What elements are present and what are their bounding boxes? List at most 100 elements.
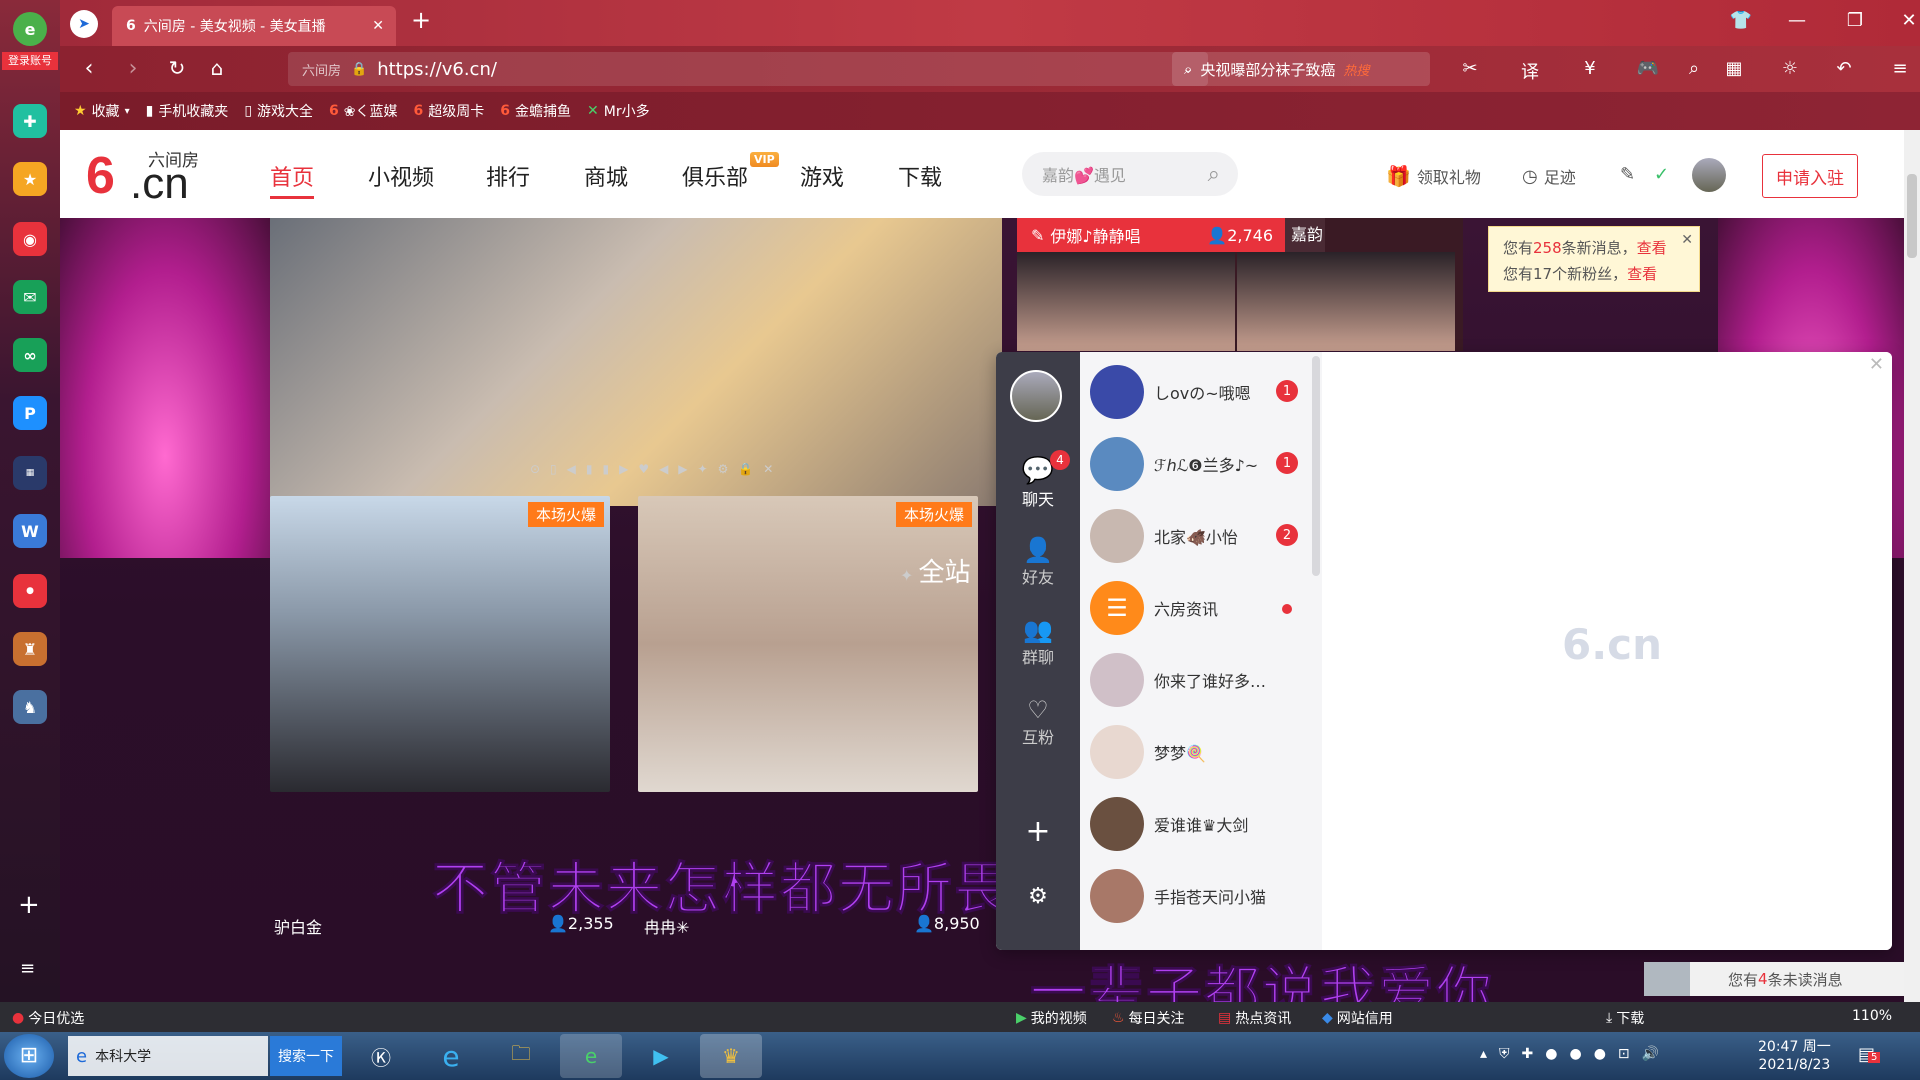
new-tab-button[interactable]: +: [406, 6, 436, 34]
coin-icon[interactable]: ¥: [1576, 58, 1604, 79]
game3-app-icon[interactable]: ♞: [13, 690, 47, 724]
mutual-fans-tab[interactable]: ♡ 互粉: [996, 696, 1080, 748]
check-icon[interactable]: ✓: [1654, 164, 1669, 185]
scissors-icon[interactable]: ✂: [1456, 58, 1484, 79]
undo-icon[interactable]: ↶: [1830, 58, 1858, 79]
maximize-icon[interactable]: ❐: [1840, 10, 1870, 31]
conversation-item[interactable]: 手指苍天问小猫: [1080, 860, 1322, 932]
nav-home[interactable]: 首页: [270, 160, 315, 199]
brightness-icon[interactable]: ☼: [1776, 58, 1804, 79]
video-player[interactable]: ⊙▯◀▮▮▶♥◀▶✦⚙🔒✕: [270, 218, 1002, 506]
forward-icon[interactable]: ›: [118, 56, 148, 81]
red-app-icon[interactable]: ●: [13, 574, 47, 608]
zoom-level[interactable]: 110%: [1852, 1008, 1892, 1024]
close-chat-icon[interactable]: ✕: [1869, 354, 1884, 375]
bookmark-item[interactable]: 6 金蟾捕鱼: [500, 101, 571, 121]
conversation-item[interactable]: 北家🐗小怡 2: [1080, 500, 1322, 572]
nav-mall[interactable]: 商城: [584, 160, 628, 192]
card-name[interactable]: 冉冉✳: [644, 914, 689, 938]
card-name[interactable]: 驴白金: [274, 914, 322, 938]
user-avatar[interactable]: [1692, 158, 1726, 192]
player-controls[interactable]: ⊙▯◀▮▮▶♥◀▶✦⚙🔒✕: [530, 462, 850, 486]
bookmark-item[interactable]: 6 ❀く蓝媒: [329, 101, 397, 121]
bookmark-item[interactable]: 6 超级周卡: [414, 101, 485, 121]
player-app-icon[interactable]: ▶: [630, 1034, 692, 1078]
conversation-item[interactable]: しovの~哦嗯 1: [1080, 356, 1322, 428]
nav-club[interactable]: 俱乐部: [682, 160, 748, 192]
weibo-icon[interactable]: ◉: [13, 222, 47, 256]
menu-icon[interactable]: ≡: [1886, 58, 1914, 79]
footprint-link[interactable]: ◷ 足迹: [1522, 164, 1576, 188]
minimize-icon[interactable]: —: [1782, 10, 1812, 31]
chat-tab[interactable]: 💬 聊天 4: [996, 450, 1080, 510]
bookmark-item[interactable]: ▮ 手机收藏夹: [146, 101, 229, 121]
download-link[interactable]: ⤓ 下载: [1606, 1008, 1644, 1028]
daily-follow-link[interactable]: ♨ 每日关注: [1112, 1008, 1185, 1028]
nav-short-video[interactable]: 小视频: [368, 160, 434, 192]
word-doc-icon[interactable]: W: [13, 514, 47, 548]
view-fans-link[interactable]: 查看: [1627, 265, 1657, 283]
translate-icon[interactable]: 译: [1516, 58, 1544, 84]
conversation-item[interactable]: 爱谁谁♛大剑: [1080, 788, 1322, 860]
friends-tab[interactable]: 👤 好友: [996, 536, 1080, 588]
list-scrollbar[interactable]: [1312, 356, 1320, 576]
view-messages-link[interactable]: 查看: [1637, 239, 1667, 257]
nav-download[interactable]: 下载: [898, 160, 942, 192]
unread-messages-bar[interactable]: 您有 4 条未读消息: [1644, 962, 1904, 996]
scrollbar-thumb[interactable]: [1907, 174, 1917, 258]
ie-app-icon[interactable]: e: [420, 1034, 482, 1078]
bookmark-item[interactable]: ★ 收藏 ▾: [74, 101, 130, 121]
rank-thumb[interactable]: [1017, 252, 1235, 351]
rank-item-2[interactable]: 嘉韵: [1285, 218, 1325, 252]
menu-list-icon[interactable]: ≡: [20, 958, 35, 979]
ie-search-box[interactable]: e 本科大学: [68, 1036, 268, 1076]
plus-app-icon[interactable]: ✚: [13, 104, 47, 138]
promo-banner-left[interactable]: [60, 218, 270, 558]
group-chat-tab[interactable]: 👥 群聊: [996, 616, 1080, 668]
page-scrollbar[interactable]: [1904, 130, 1920, 1002]
browser-search-input[interactable]: ⌕ 央视曝部分袜子致癌 热搜: [1172, 52, 1430, 86]
bookmark-item[interactable]: ✕ Mr小多: [587, 101, 650, 121]
gift-link[interactable]: 🎁 领取礼物: [1386, 164, 1481, 188]
conversation-item[interactable]: ☰ 六房资讯: [1080, 572, 1322, 644]
add-icon[interactable]: +: [996, 814, 1080, 849]
url-field[interactable]: 六间房 🔒 https://v6.cn/ ⌄: [288, 52, 1208, 86]
nav-ranking[interactable]: 排行: [486, 160, 530, 192]
game2-app-icon[interactable]: ♜: [13, 632, 47, 666]
close-icon[interactable]: ✕: [1681, 227, 1693, 253]
conversation-item[interactable]: ℱℎℒ❻兰多♪~ 1: [1080, 428, 1322, 500]
home-icon[interactable]: ⌂: [202, 56, 232, 80]
mail-icon[interactable]: ✉: [13, 280, 47, 314]
conversation-item[interactable]: 你来了谁好多…: [1080, 644, 1322, 716]
game-app-icon[interactable]: ♛: [700, 1034, 762, 1078]
site-credit-link[interactable]: ◆ 网站信用: [1322, 1008, 1393, 1028]
close-window-icon[interactable]: ✕: [1894, 10, 1920, 31]
today-picks[interactable]: ● 今日优选: [12, 1008, 84, 1028]
apply-join-button[interactable]: 申请入驻: [1762, 154, 1858, 198]
bookmark-item[interactable]: ▯ 游戏大全: [244, 101, 313, 121]
navigate-icon[interactable]: ➤: [70, 10, 98, 38]
refresh-icon[interactable]: ↻: [162, 56, 192, 80]
conversation-item[interactable]: 梦梦🍭: [1080, 716, 1322, 788]
p-app-icon[interactable]: P: [13, 396, 47, 430]
edit-icon[interactable]: ✎: [1620, 164, 1635, 185]
gamepad-icon[interactable]: 🎮: [1634, 58, 1662, 79]
tab-active[interactable]: 6 六间房 - 美女视频 - 美女直播 ✕: [112, 6, 396, 46]
settings-icon[interactable]: ⚙: [996, 884, 1080, 909]
live-card[interactable]: 本场火爆: [270, 496, 610, 792]
clock[interactable]: 20:47 周一 2021/8/23: [1758, 1038, 1831, 1074]
login-account-button[interactable]: 登录账号: [2, 52, 58, 70]
skin-icon[interactable]: 👕: [1726, 10, 1756, 31]
search-go-button[interactable]: 搜索一下: [270, 1036, 342, 1076]
k-app-icon[interactable]: Ⓚ: [350, 1034, 412, 1078]
close-tab-icon[interactable]: ✕: [372, 18, 384, 34]
game-app-icon[interactable]: ▦: [13, 456, 47, 490]
browser-app-icon[interactable]: e: [560, 1034, 622, 1078]
site-search-input[interactable]: 嘉韵💕遇见 ⌕: [1022, 152, 1238, 196]
star-favorites-icon[interactable]: ★: [13, 162, 47, 196]
rank-thumb[interactable]: [1237, 252, 1455, 351]
link-app-icon[interactable]: ∞: [13, 338, 47, 372]
live-card[interactable]: 本场火爆: [638, 496, 978, 792]
hot-news-link[interactable]: ▤ 热点资讯: [1218, 1008, 1291, 1028]
tray-icons[interactable]: ▴⛨✚●●●⊡🔊: [1480, 1046, 1671, 1062]
